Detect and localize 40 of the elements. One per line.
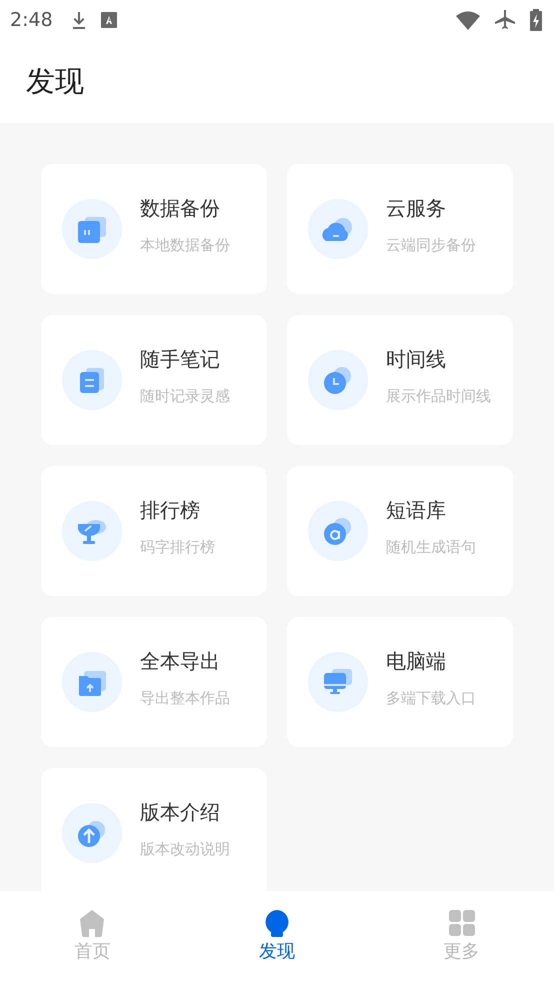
card-title: 短语库	[386, 497, 447, 524]
card-title: 版本介绍	[140, 799, 221, 826]
status-time: 2:48	[10, 9, 53, 31]
clock-icon	[322, 364, 354, 396]
feature-card[interactable]: 版本介绍 版本改动说明	[41, 768, 267, 891]
feature-card[interactable]: 时间线 展示作品时间线	[287, 315, 513, 445]
card-title: 电脑端	[386, 648, 447, 675]
download-icon	[70, 10, 87, 30]
card-title: 排行榜	[140, 497, 201, 524]
card-title: 随手笔记	[140, 346, 221, 373]
card-subtitle: 导出整本作品	[140, 689, 230, 708]
page-title: 发现	[26, 62, 84, 100]
card-subtitle: 随机生成语句	[386, 538, 476, 557]
feature-card[interactable]: 电脑端 多端下载入口	[287, 617, 513, 747]
card-subtitle: 多端下载入口	[386, 689, 476, 708]
card-title: 时间线	[386, 346, 447, 373]
grid-icon	[448, 909, 476, 937]
feature-card[interactable]: 短语库 随机生成语句	[287, 466, 513, 596]
card-subtitle: 本地数据备份	[140, 236, 230, 255]
card-subtitle: 随时记录灵感	[140, 387, 230, 406]
home-icon	[78, 909, 106, 937]
feature-card[interactable]: 全本导出 导出整本作品	[41, 617, 267, 747]
card-title: 云服务	[386, 195, 447, 222]
card-title: 数据备份	[140, 195, 221, 222]
nav-tab[interactable]: 发现	[184, 891, 370, 984]
keyboard-icon	[100, 12, 117, 28]
feature-card[interactable]: 云服务 云端同步备份	[287, 164, 513, 294]
wifi-icon	[456, 10, 480, 30]
card-subtitle: 展示作品时间线	[386, 387, 491, 406]
card-title: 全本导出	[140, 648, 221, 675]
card-subtitle: 版本改动说明	[140, 840, 230, 859]
card-subtitle: 码字排行榜	[140, 538, 215, 557]
feature-card[interactable]: 排行榜 码字排行榜	[41, 466, 267, 596]
battery-charging-icon	[530, 9, 542, 31]
feature-card[interactable]: 随手笔记 随时记录灵感	[41, 315, 267, 445]
airplane-icon	[494, 9, 516, 31]
card-subtitle: 云端同步备份	[386, 236, 476, 255]
bulb-icon	[263, 909, 291, 937]
feature-card[interactable]: 数据备份 本地数据备份	[41, 164, 267, 294]
letter-circle-icon	[322, 515, 354, 547]
